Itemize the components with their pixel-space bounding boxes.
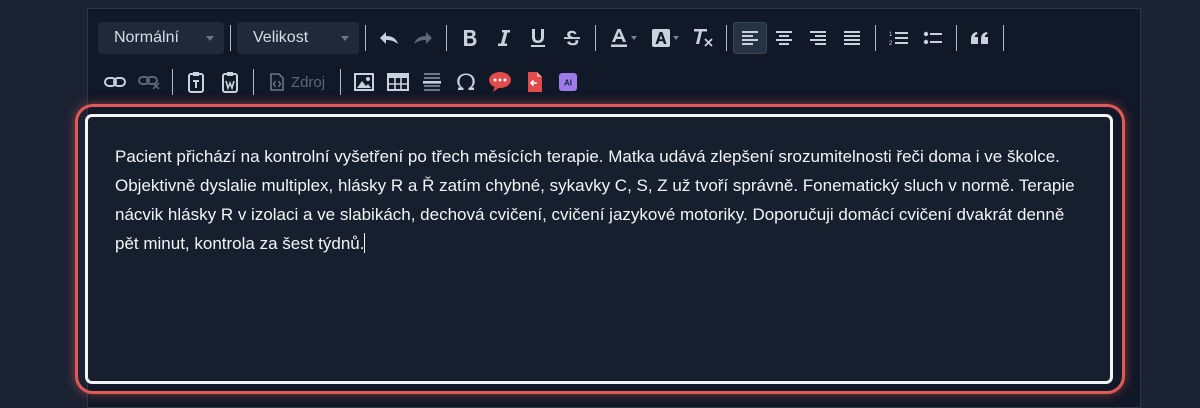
- separator: [956, 25, 957, 51]
- redo-icon: [414, 32, 432, 44]
- remove-format-button[interactable]: [686, 22, 720, 54]
- source-button[interactable]: Zdroj: [260, 66, 334, 98]
- size-dropdown-label: Velikost: [253, 29, 309, 46]
- special-character-button[interactable]: [449, 66, 483, 98]
- separator: [230, 25, 231, 51]
- link-button[interactable]: [98, 66, 132, 98]
- underline-button[interactable]: [521, 22, 555, 54]
- italic-icon: [498, 30, 510, 46]
- paste-word-icon: [222, 72, 238, 93]
- quote-icon: [971, 32, 988, 44]
- bold-icon: [464, 30, 477, 46]
- separator: [726, 25, 727, 51]
- align-left-icon: [742, 31, 758, 45]
- horizontal-line-button[interactable]: [415, 66, 449, 98]
- text-color-button[interactable]: [602, 22, 644, 54]
- separator: [365, 25, 366, 51]
- editor-text: Pacient přichází na kontrolní vyšetření …: [115, 147, 1075, 253]
- horizontal-line-icon: [423, 73, 441, 91]
- toolbar-row-2: Zdroj AI: [98, 64, 585, 100]
- paste-word-button[interactable]: [213, 66, 247, 98]
- source-code-icon: [270, 73, 284, 91]
- underline-icon: [531, 29, 545, 47]
- chevron-down-icon: [341, 36, 349, 41]
- text-cursor: [364, 233, 366, 253]
- numbered-list-button[interactable]: 12: [882, 22, 916, 54]
- ai-icon: AI: [559, 73, 577, 91]
- chevron-down-icon: [206, 36, 214, 41]
- background-color-icon: [651, 29, 670, 47]
- align-left-button[interactable]: [733, 22, 767, 54]
- undo-button[interactable]: [372, 22, 406, 54]
- svg-text:2: 2: [889, 41, 893, 47]
- document-import-button[interactable]: [517, 66, 551, 98]
- unlink-icon: [138, 76, 160, 89]
- numbered-list-icon: 12: [889, 32, 908, 47]
- text-editor[interactable]: Pacient přichází na kontrolní vyšetření …: [85, 114, 1113, 384]
- chevron-down-icon: [672, 36, 679, 40]
- bullet-list-button[interactable]: [916, 22, 950, 54]
- separator: [595, 25, 596, 51]
- omega-icon: [457, 73, 475, 90]
- undo-icon: [380, 32, 398, 44]
- strikethrough-icon: [564, 30, 580, 46]
- remove-format-icon: [694, 29, 713, 47]
- table-button[interactable]: [381, 66, 415, 98]
- separator: [340, 69, 341, 95]
- bold-button[interactable]: [453, 22, 487, 54]
- strikethrough-button[interactable]: [555, 22, 589, 54]
- separator: [253, 69, 254, 95]
- table-icon: [387, 73, 409, 91]
- image-icon: [354, 73, 374, 91]
- separator: [172, 69, 173, 95]
- unlink-button[interactable]: [132, 66, 166, 98]
- align-right-icon: [810, 31, 826, 45]
- source-label: Zdroj: [290, 73, 326, 91]
- paste-text-icon: [188, 72, 204, 93]
- image-button[interactable]: [347, 66, 381, 98]
- link-icon: [104, 77, 126, 87]
- separator: [1003, 25, 1004, 51]
- redo-button[interactable]: [406, 22, 440, 54]
- align-center-icon: [776, 31, 792, 45]
- align-center-button[interactable]: [767, 22, 801, 54]
- comment-button[interactable]: [483, 66, 517, 98]
- ai-label: AI: [564, 79, 572, 88]
- background-color-button[interactable]: [644, 22, 686, 54]
- align-justify-icon: [844, 31, 860, 45]
- bullet-list-icon: [923, 31, 942, 45]
- paste-text-button[interactable]: [179, 66, 213, 98]
- align-justify-button[interactable]: [835, 22, 869, 54]
- align-right-button[interactable]: [801, 22, 835, 54]
- separator: [446, 25, 447, 51]
- toolbar-row-1: Normální Velikost 1 2: [98, 20, 1010, 56]
- document-import-icon: [528, 72, 542, 92]
- separator: [875, 25, 876, 51]
- chevron-down-icon: [630, 36, 637, 40]
- blockquote-button[interactable]: [963, 22, 997, 54]
- ai-assistant-button[interactable]: AI: [551, 66, 585, 98]
- format-dropdown[interactable]: Normální: [98, 22, 224, 54]
- size-dropdown[interactable]: Velikost: [237, 22, 359, 54]
- text-color-icon: [610, 29, 627, 47]
- comment-icon: [489, 72, 511, 92]
- svg-text:1: 1: [889, 32, 893, 38]
- italic-button[interactable]: [487, 22, 521, 54]
- format-dropdown-label: Normální: [114, 29, 179, 46]
